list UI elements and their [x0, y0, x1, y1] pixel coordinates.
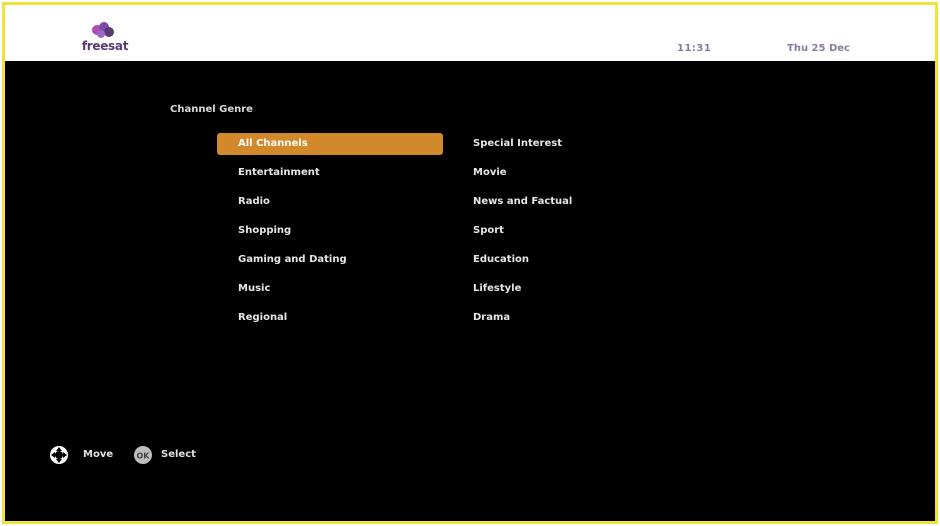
genre-item-regional[interactable]: Regional — [217, 307, 443, 329]
ok-button-icon: OK — [134, 446, 152, 464]
dpad-icon — [50, 446, 68, 464]
genre-item-gaming-and-dating[interactable]: Gaming and Dating — [217, 249, 443, 271]
genre-item-radio[interactable]: Radio — [217, 191, 443, 213]
genre-item-entertainment[interactable]: Entertainment — [217, 162, 443, 184]
freesat-logo: freesat — [75, 21, 135, 57]
genre-item-drama[interactable]: Drama — [471, 307, 681, 329]
genre-item-education[interactable]: Education — [471, 249, 681, 271]
freesat-logo-mark-icon — [92, 22, 114, 38]
page-title: Channel Genre — [170, 104, 253, 115]
ok-button-text: OK — [137, 452, 151, 461]
genre-item-shopping[interactable]: Shopping — [217, 220, 443, 242]
genre-item-all-channels[interactable]: All Channels — [217, 133, 443, 155]
freesat-logo-text: freesat — [81, 39, 129, 53]
genre-item-movie[interactable]: Movie — [471, 162, 681, 184]
genre-item-news-and-factual[interactable]: News and Factual — [471, 191, 681, 213]
header-bar: freesat 11:31 Thu 25 Dec — [5, 5, 935, 61]
select-hint-label: Select — [161, 449, 196, 460]
tv-screen: freesat 11:31 Thu 25 Dec Channel Genre A… — [2, 2, 938, 524]
genre-item-music[interactable]: Music — [217, 278, 443, 300]
clock: 11:31 — [677, 43, 712, 54]
genre-item-sport[interactable]: Sport — [471, 220, 681, 242]
move-hint-label: Move — [83, 449, 114, 460]
genre-item-lifestyle[interactable]: Lifestyle — [471, 278, 681, 300]
genre-item-special-interest[interactable]: Special Interest — [471, 133, 681, 155]
date: Thu 25 Dec — [787, 43, 850, 54]
